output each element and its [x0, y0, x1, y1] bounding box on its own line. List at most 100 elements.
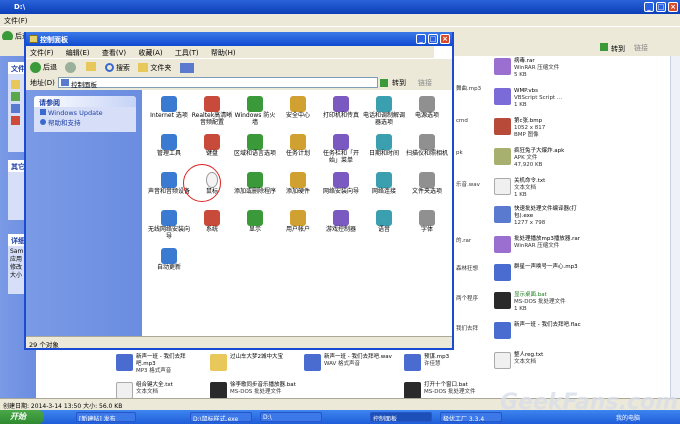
- back-go-button[interactable]: 转到: [609, 43, 627, 55]
- windows-update-icon: [40, 109, 46, 115]
- menu-edit[interactable]: 编辑(E): [66, 49, 90, 57]
- cp-applet[interactable]: 电源选项: [406, 96, 448, 120]
- cp-applet[interactable]: 语音: [363, 210, 405, 234]
- maximize-icon[interactable]: □: [656, 2, 666, 12]
- cp-applet[interactable]: 用户帐户: [277, 210, 319, 234]
- applet-icon: [419, 172, 435, 188]
- see-also-help[interactable]: 帮助和支持: [34, 117, 136, 127]
- cp-applet[interactable]: 文件夹选项: [406, 172, 448, 196]
- back-file-fragment[interactable]: 我们去拜: [456, 326, 478, 333]
- cp-applet[interactable]: 扫描仪和照相机: [406, 134, 448, 158]
- back-file-fragment[interactable]: 乐音.wav: [456, 182, 480, 189]
- cp-title-bar[interactable]: 控制面板 _ □ ×: [26, 32, 452, 46]
- help-icon: [40, 119, 46, 125]
- taskbar-item[interactable]: D:\: [260, 412, 322, 422]
- applet-icon: [419, 96, 435, 112]
- cp-applet[interactable]: Internet 选项: [148, 96, 190, 120]
- cp-applet[interactable]: 日期和时间: [363, 134, 405, 158]
- start-button[interactable]: 开始: [0, 410, 44, 424]
- back-window-title-bar[interactable]: D:\ _ □ ×: [0, 0, 680, 14]
- forward-arrow-icon: [65, 62, 77, 73]
- back-links[interactable]: 链接: [634, 43, 648, 53]
- back-scrollbar[interactable]: [670, 56, 680, 398]
- tray-my-computer[interactable]: 我的电脑: [614, 412, 654, 422]
- cp-applet[interactable]: 安全中心: [277, 96, 319, 120]
- cp-applet[interactable]: 网络安装向导: [320, 172, 362, 196]
- copy-icon[interactable]: [11, 104, 20, 113]
- cp-applet[interactable]: 游戏控制器: [320, 210, 362, 234]
- cp-applet[interactable]: 任务计划: [277, 134, 319, 158]
- applet-label: 添加或删除程序: [234, 188, 277, 195]
- back-file-fragment[interactable]: 森林狂想: [456, 266, 478, 273]
- back-file-fragment[interactable]: 的.rar: [456, 238, 471, 245]
- back-file-fragment[interactable]: 舞曲.mp3: [456, 86, 481, 93]
- go-arrow-icon[interactable]: [600, 43, 608, 51]
- forward-button[interactable]: [65, 62, 78, 73]
- menu-file[interactable]: 文件(F): [30, 49, 54, 57]
- minimize-icon[interactable]: _: [416, 34, 426, 44]
- bat-icon: [494, 292, 511, 309]
- see-also-panel: 请参阅 Windows Update 帮助和支持: [34, 96, 136, 132]
- address-label: 地址(D): [30, 79, 55, 87]
- back-button[interactable]: 后退: [30, 62, 57, 73]
- go-button[interactable]: 转到: [390, 77, 408, 89]
- applet-icon: [204, 134, 220, 150]
- applet-icon: [419, 210, 435, 226]
- close-icon[interactable]: ×: [440, 34, 450, 44]
- applet-label: 网络连接: [371, 188, 396, 195]
- up-button[interactable]: [86, 62, 97, 73]
- see-also-windows-update[interactable]: Windows Update: [34, 107, 136, 117]
- back-arrow-icon: [30, 62, 41, 73]
- applet-label: 文件夹选项: [411, 188, 442, 195]
- cp-applet[interactable]: 字体: [406, 210, 448, 234]
- menu-help[interactable]: 帮助(H): [211, 49, 236, 57]
- applet-icon: [333, 96, 349, 112]
- cp-applet[interactable]: 打印机和传真: [320, 96, 362, 120]
- applet-label: Windows 防火墙: [234, 112, 276, 126]
- back-file-fragment[interactable]: 两个程序: [456, 296, 478, 303]
- back-file-fragment[interactable]: pk: [456, 150, 463, 157]
- back-file-fragment[interactable]: cmd: [456, 118, 468, 125]
- bat-icon: [404, 382, 421, 399]
- see-also-header[interactable]: 请参阅: [34, 96, 136, 107]
- folder-icon[interactable]: [11, 80, 20, 89]
- cp-applet[interactable]: 区域和语言选项: [234, 134, 276, 158]
- cp-applet[interactable]: 电话和调制解调器选项: [363, 96, 405, 126]
- views-button[interactable]: [179, 62, 194, 73]
- cp-applet[interactable]: 添加或删除程序: [234, 172, 276, 196]
- applet-icon: [161, 172, 177, 188]
- go-arrow-icon[interactable]: [380, 79, 388, 87]
- cp-applet[interactable]: 管理工具: [148, 134, 190, 158]
- move-icon[interactable]: [11, 92, 20, 101]
- cp-applet[interactable]: 键盘: [191, 134, 233, 158]
- taskbar-item-active[interactable]: 控制面板: [370, 412, 432, 422]
- applet-icon: [247, 96, 263, 112]
- menu-view[interactable]: 查看(V): [102, 49, 126, 57]
- taskbar-item[interactable]: [新建帖] 发布: [76, 412, 136, 422]
- menu-tools[interactable]: 工具(T): [175, 49, 199, 57]
- text-file-icon: [116, 382, 133, 399]
- cp-applet[interactable]: Windows 防火墙: [234, 96, 276, 126]
- cp-applet[interactable]: 网络连接: [363, 172, 405, 196]
- applet-label: 自动更新: [156, 264, 181, 271]
- menu-favorites[interactable]: 收藏(A): [138, 49, 162, 57]
- maximize-icon[interactable]: □: [428, 34, 438, 44]
- address-input[interactable]: 控制面板: [58, 77, 378, 89]
- taskbar-item[interactable]: 极优工厂 3.3.4: [440, 412, 502, 422]
- folders-button[interactable]: 文件夹: [138, 63, 171, 73]
- cp-applet[interactable]: 无线网络安装向导: [148, 210, 190, 240]
- cp-applet[interactable]: 显示: [234, 210, 276, 234]
- taskbar-item[interactable]: D:\鼠标样式.exe: [190, 412, 252, 422]
- minimize-icon[interactable]: _: [644, 2, 654, 12]
- cp-applet[interactable]: 系统: [191, 210, 233, 234]
- links-button[interactable]: 链接: [418, 78, 432, 88]
- cp-applet[interactable]: 自动更新: [148, 248, 190, 272]
- cp-applet[interactable]: Realtek高清晰音频配置: [191, 96, 233, 126]
- applet-icon: [376, 172, 392, 188]
- search-button[interactable]: 搜索: [104, 63, 130, 73]
- cp-applet[interactable]: 任务栏和「开始」菜单: [320, 134, 362, 164]
- rar-icon: [494, 58, 511, 75]
- close-icon[interactable]: ×: [668, 2, 678, 12]
- cp-applet[interactable]: 添加硬件: [277, 172, 319, 196]
- delete-icon[interactable]: [11, 116, 20, 125]
